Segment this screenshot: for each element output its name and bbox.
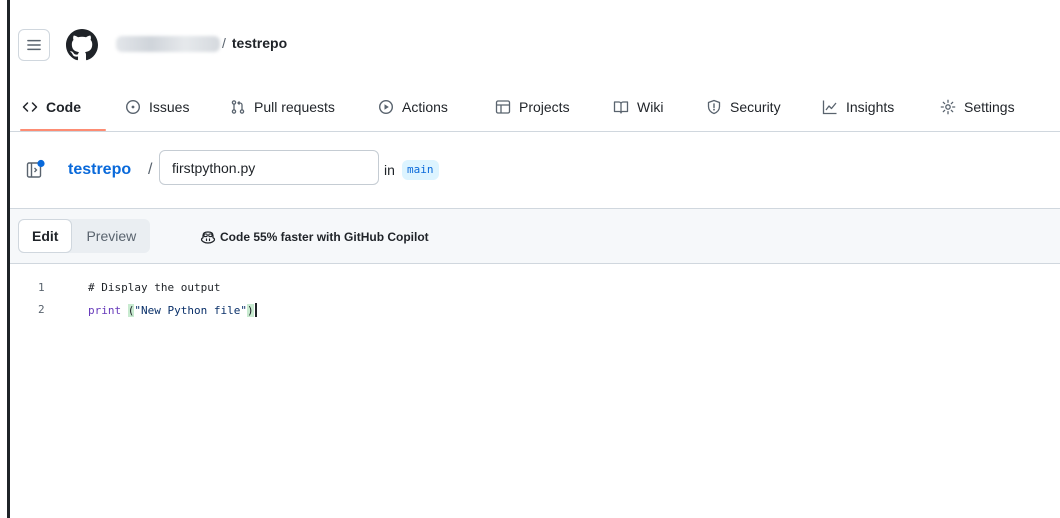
- string-token: "New Python file": [134, 304, 247, 317]
- copilot-icon: [200, 231, 216, 244]
- github-editor-page: / testrepo Code Issues Pull requests Acti…: [10, 0, 1060, 518]
- code-line: 1 # Display the output: [10, 278, 1060, 298]
- play-icon: [378, 99, 394, 115]
- tab-label: Security: [730, 99, 781, 115]
- keyword-token: print: [88, 304, 122, 317]
- breadcrumb-repo-link[interactable]: testrepo: [68, 161, 131, 179]
- repo-breadcrumb: / testrepo: [222, 35, 287, 51]
- line-content: print ("New Python file"): [88, 303, 257, 317]
- close-paren-token: ): [246, 304, 254, 317]
- tab-label: Insights: [846, 99, 895, 115]
- table-icon: [495, 100, 511, 114]
- editor-toolbar: Edit Preview Code 55% faster with GitHub…: [10, 209, 1060, 264]
- line-number: 2: [38, 303, 45, 316]
- tab-label: Settings: [964, 99, 1015, 115]
- tab-wiki[interactable]: Wiki: [613, 94, 663, 120]
- line-number: 1: [38, 281, 45, 294]
- file-path-bar: testrepo / in main: [10, 132, 1060, 208]
- edit-preview-toggle: Edit Preview: [18, 219, 151, 253]
- active-tab-indicator: [20, 129, 106, 131]
- tab-insights[interactable]: Insights: [822, 94, 894, 120]
- file-tree-toggle-icon[interactable]: [26, 159, 46, 179]
- breadcrumb-separator: /: [148, 161, 153, 178]
- repo-name-link[interactable]: testrepo: [232, 35, 287, 51]
- graph-icon: [822, 100, 837, 115]
- tab-label: Issues: [149, 99, 190, 115]
- tab-pull-requests[interactable]: Pull requests: [230, 94, 335, 120]
- filename-input[interactable]: [159, 150, 379, 185]
- tab-settings[interactable]: Settings: [940, 94, 1015, 120]
- book-icon: [613, 101, 629, 114]
- in-branch-label: in: [384, 162, 395, 178]
- copilot-tip-text: Code 55% faster with GitHub Copilot: [220, 230, 429, 244]
- tab-security[interactable]: Security: [706, 94, 781, 120]
- repo-nav-tabs: Code Issues Pull requests Actions Projec…: [10, 84, 1060, 132]
- line-content: # Display the output: [88, 281, 221, 294]
- tab-label: Wiki: [637, 99, 664, 115]
- tab-code[interactable]: Code: [22, 94, 81, 120]
- global-header: / testrepo: [10, 0, 1060, 84]
- github-logo-icon[interactable]: [66, 29, 98, 61]
- preview-tab-button[interactable]: Preview: [72, 219, 150, 253]
- tab-projects[interactable]: Projects: [495, 94, 570, 120]
- tab-label: Pull requests: [254, 99, 335, 115]
- tab-label: Code: [46, 99, 81, 115]
- tab-actions[interactable]: Actions: [378, 94, 448, 120]
- edit-tab-button[interactable]: Edit: [18, 219, 73, 253]
- code-text-area[interactable]: 1 # Display the output 2 print ("New Pyt…: [10, 265, 1060, 518]
- branch-badge[interactable]: main: [402, 160, 439, 180]
- tab-issues[interactable]: Issues: [125, 94, 189, 120]
- tab-label: Projects: [519, 99, 570, 115]
- issue-opened-icon: [125, 99, 141, 115]
- code-icon: [22, 102, 38, 112]
- code-editor-panel: Edit Preview Code 55% faster with GitHub…: [10, 208, 1060, 518]
- code-line: 2 print ("New Python file"): [10, 300, 1060, 320]
- breadcrumb-separator: /: [222, 35, 226, 51]
- git-pull-request-icon: [231, 100, 245, 114]
- owner-name-blurred[interactable]: [116, 36, 220, 52]
- gear-icon: [940, 99, 956, 115]
- text-cursor: [254, 303, 257, 317]
- shield-icon: [707, 99, 721, 115]
- three-bars-icon: [27, 39, 41, 51]
- tab-label: Actions: [402, 99, 448, 115]
- copilot-tip[interactable]: Code 55% faster with GitHub Copilot: [200, 229, 429, 245]
- menu-button[interactable]: [18, 29, 50, 61]
